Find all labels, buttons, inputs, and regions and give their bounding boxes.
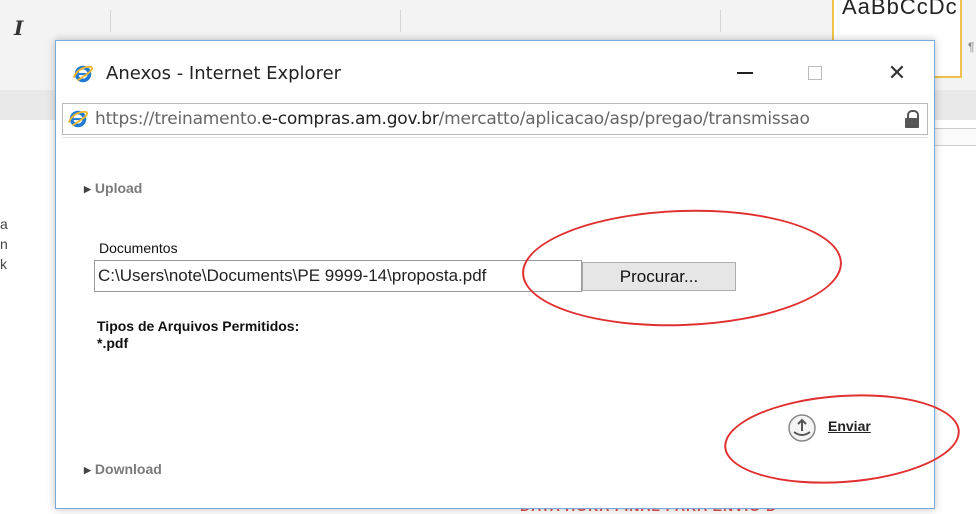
- content-divider: [62, 137, 928, 138]
- ie-logo-icon: [67, 110, 89, 128]
- ribbon-separator: [110, 10, 111, 32]
- documents-label: Documentos: [99, 240, 178, 256]
- ribbon-separator: [720, 10, 721, 32]
- lock-icon[interactable]: [903, 109, 921, 129]
- document-side-text: a n k: [0, 214, 8, 274]
- ie-logo-icon: [72, 65, 94, 83]
- upload-section-label: Upload: [94, 180, 143, 196]
- maximize-button[interactable]: [792, 53, 838, 93]
- window-title: Anexos - Internet Explorer: [106, 63, 342, 84]
- download-section-toggle[interactable]: ▶ Download: [84, 461, 162, 477]
- url-path: /mercatto/aplicacao/asp/pregao/transmiss…: [438, 109, 810, 129]
- style-preview-text: AaBbCcDc: [842, 0, 958, 19]
- side-text-line: n: [0, 236, 8, 252]
- pilcrow-icon[interactable]: ¶: [968, 40, 974, 54]
- side-text-line: k: [0, 256, 7, 272]
- ruler: [932, 128, 976, 146]
- download-section-label: Download: [94, 461, 162, 477]
- maximize-icon: [808, 66, 822, 80]
- minimize-icon: [737, 72, 753, 74]
- side-text-line: a: [0, 216, 8, 232]
- triangle-right-icon: ▶: [84, 184, 91, 194]
- allowed-types-value: *.pdf: [97, 335, 129, 351]
- allowed-types-label: Tipos de Arquivos Permitidos:: [97, 318, 300, 334]
- address-bar[interactable]: https://treinamento.e-compras.am.gov.br/…: [62, 103, 928, 135]
- italic-button[interactable]: I: [14, 16, 23, 40]
- url-domain: e-compras.am.gov.br: [261, 109, 439, 129]
- triangle-right-icon: ▶: [84, 465, 91, 475]
- url-subdomain: treinamento.: [154, 109, 262, 129]
- document-page-left: [0, 120, 60, 509]
- file-path-input[interactable]: C:\Users\note\Documents\PE 9999-14\propo…: [94, 260, 582, 292]
- minimize-button[interactable]: [722, 53, 768, 93]
- address-url[interactable]: https://treinamento.e-compras.am.gov.br/…: [95, 109, 903, 129]
- upload-section-toggle[interactable]: ▶ Upload: [84, 180, 142, 196]
- close-button[interactable]: ✕: [874, 53, 920, 93]
- url-scheme: https://: [95, 109, 155, 129]
- ribbon-separator: [400, 10, 401, 32]
- title-bar[interactable]: Anexos - Internet Explorer ✕: [56, 41, 934, 97]
